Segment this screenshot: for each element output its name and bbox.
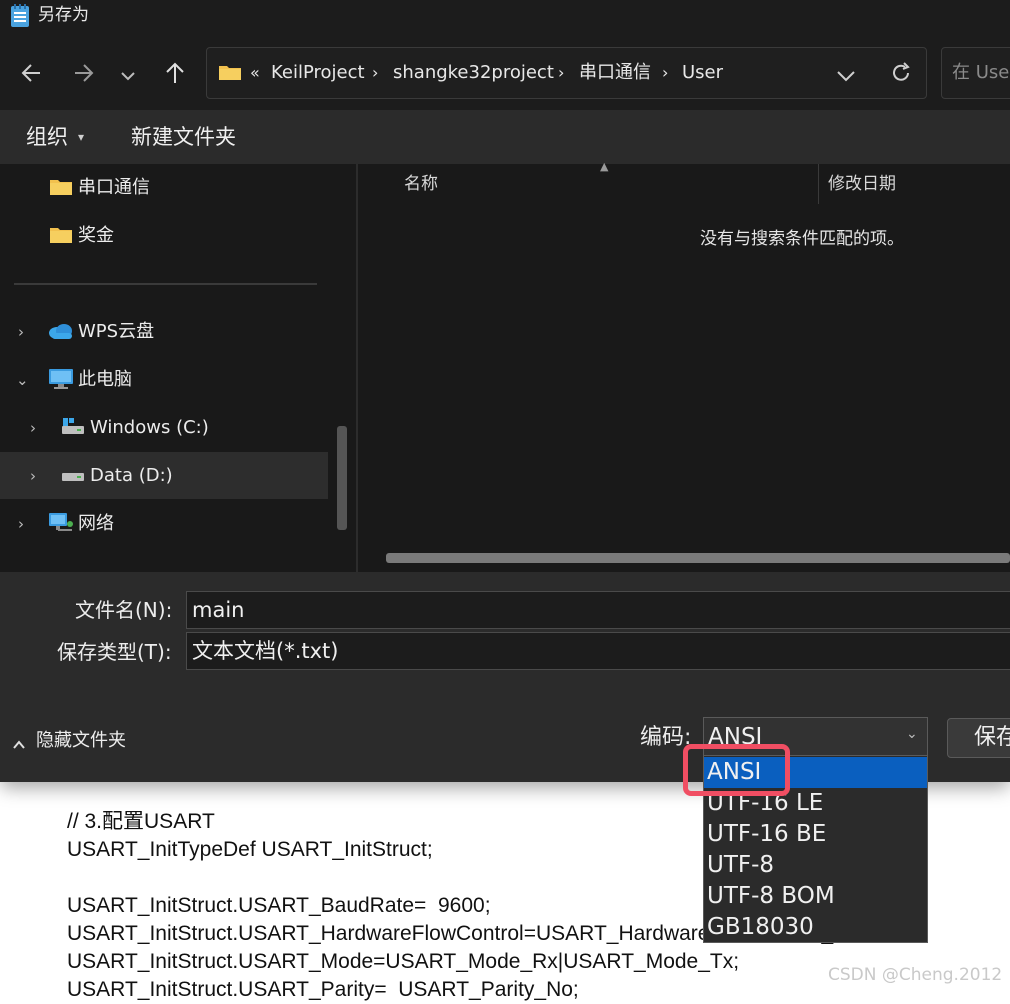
chevron-right-icon[interactable]: › — [18, 319, 24, 345]
organize-button[interactable]: 组织 — [26, 122, 68, 152]
chevron-right-icon[interactable]: › — [30, 463, 36, 489]
code-line: USART_InitStruct.USART_BaudRate= 9600; — [67, 894, 491, 917]
address-history-chevron-icon[interactable] — [836, 67, 856, 86]
sidebar-scrollbar[interactable] — [337, 426, 347, 530]
column-header-name[interactable]: 名称 — [404, 172, 438, 196]
network-icon — [48, 512, 74, 538]
notepad-icon — [10, 4, 30, 28]
caret-down-icon: ▾ — [78, 130, 85, 144]
encoding-option-gb18030[interactable]: GB18030 — [704, 912, 927, 943]
encoding-option-utf16be[interactable]: UTF-16 BE — [704, 819, 927, 850]
folder-icon — [49, 178, 73, 200]
watermark: CSDN @Cheng.2012 — [828, 965, 1003, 985]
back-arrow-icon[interactable] — [16, 56, 46, 90]
breadcrumb-separator-icon: › — [662, 63, 669, 82]
breadcrumb-separator-icon: › — [558, 63, 565, 82]
filename-label: 文件名(N): — [75, 598, 173, 622]
cloud-icon — [48, 322, 74, 344]
chevron-right-icon[interactable]: › — [18, 511, 24, 537]
code-line: // 3.配置USART — [67, 810, 215, 833]
horizontal-scrollbar[interactable] — [386, 553, 1010, 563]
title-bar — [0, 0, 1010, 34]
sidebar-item-serial-folder[interactable]: 串口通信 — [78, 175, 150, 201]
forward-arrow-icon[interactable] — [69, 56, 99, 90]
window-title: 另存为 — [38, 5, 89, 25]
search-placeholder: 在 User — [952, 62, 1010, 83]
sidebar-item-wps-cloud[interactable]: WPS云盘 — [78, 319, 154, 345]
column-divider[interactable] — [818, 164, 819, 204]
folder-icon — [49, 226, 73, 248]
filename-input[interactable]: main — [186, 591, 1010, 629]
chevron-down-icon[interactable]: ⌄ — [16, 367, 29, 393]
filetype-label: 保存类型(T): — [57, 640, 172, 664]
sidebar-item-drive-c[interactable]: Windows (C:) — [90, 415, 209, 441]
column-header-date[interactable]: 修改日期 — [828, 172, 896, 196]
drive-icon — [61, 468, 85, 487]
highlight-annotation — [683, 744, 790, 796]
sidebar-item-this-pc[interactable]: 此电脑 — [78, 367, 132, 393]
computer-icon — [48, 368, 74, 394]
breadcrumb-keilproject[interactable]: KeilProject — [271, 60, 365, 86]
sidebar-item-bonus-folder[interactable]: 奖金 — [78, 223, 114, 249]
file-list — [358, 164, 1010, 572]
encoding-option-utf8-bom[interactable]: UTF-8 BOM — [704, 881, 927, 912]
sort-ascending-icon: ▲ — [600, 160, 609, 173]
breadcrumb-serial[interactable]: 串口通信 — [579, 60, 651, 86]
breadcrumb-user[interactable]: User — [682, 60, 723, 86]
recent-locations-chevron-icon[interactable] — [113, 56, 143, 90]
chevron-right-icon[interactable]: › — [30, 415, 36, 441]
code-line: USART_InitTypeDef USART_InitStruct; — [67, 838, 433, 861]
code-line: USART_InitStruct.USART_Parity= USART_Par… — [67, 978, 579, 1001]
breadcrumb-separator-icon: › — [372, 63, 379, 82]
chevron-up-icon[interactable] — [12, 735, 26, 754]
filetype-select[interactable]: 文本文档(*.txt) — [186, 632, 1010, 670]
sidebar-item-drive-d[interactable]: Data (D:) — [90, 463, 173, 489]
breadcrumb-shangke32project[interactable]: shangke32project — [393, 60, 554, 86]
hide-folders-button[interactable]: 隐藏文件夹 — [36, 728, 126, 754]
folder-icon — [218, 63, 242, 85]
sidebar-item-network[interactable]: 网络 — [78, 511, 114, 537]
drive-icon — [61, 417, 85, 439]
sidebar-divider — [14, 283, 317, 285]
save-button[interactable]: 保存 — [947, 718, 1010, 758]
up-arrow-icon[interactable] — [160, 56, 190, 90]
encoding-option-utf8[interactable]: UTF-8 — [704, 850, 927, 881]
empty-message: 没有与搜索条件匹配的项。 — [700, 229, 904, 249]
address-overflow[interactable]: « — [250, 60, 260, 86]
new-folder-button[interactable]: 新建文件夹 — [131, 122, 236, 152]
code-line: USART_InitStruct.USART_Mode=USART_Mode_R… — [67, 950, 740, 973]
refresh-icon[interactable] — [890, 62, 912, 88]
chevron-down-icon: ⌄ — [906, 726, 918, 742]
